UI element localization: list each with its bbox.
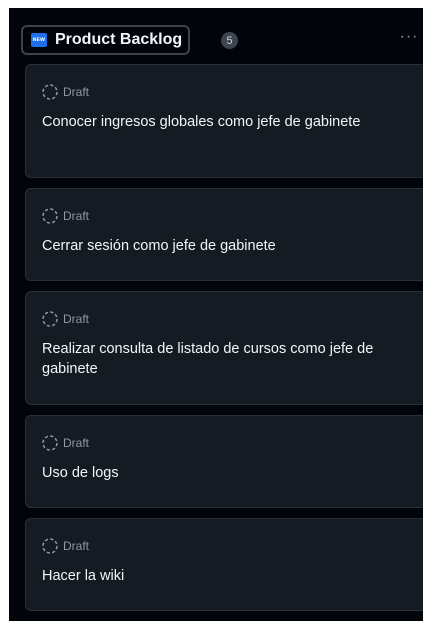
new-icon-text: NEW [32,37,46,43]
backlog-card[interactable]: Draft Hacer la wiki [25,518,423,611]
card-status: Draft [41,537,89,555]
card-title[interactable]: Conocer ingresos globales como jefe de g… [42,112,406,132]
backlog-card[interactable]: Draft Realizar consulta de listado de cu… [25,291,423,405]
card-status-label: Draft [63,312,90,326]
card-status-label: Draft [63,85,90,99]
card-status: Draft [41,83,89,101]
card-status-label: Draft [63,539,90,553]
card-title[interactable]: Cerrar sesión como jefe de gabinete [42,236,406,256]
project-board-column: NEW Product Backlog 5 ··· Draft Conocer … [9,8,423,621]
card-status: Draft [41,207,89,225]
draft-status-icon [42,84,58,100]
new-icon: NEW [31,33,47,47]
card-title[interactable]: Realizar consulta de listado de cursos c… [42,339,406,379]
card-title[interactable]: Uso de logs [42,463,406,483]
backlog-card[interactable]: Draft Uso de logs [25,415,423,508]
backlog-card[interactable]: Draft Conocer ingresos globales como jef… [25,64,423,178]
item-count-badge: 5 [221,32,238,49]
card-status: Draft [41,434,89,452]
backlog-card[interactable]: Draft Cerrar sesión como jefe de gabinet… [25,188,423,281]
draft-status-icon [42,311,58,327]
more-options-button[interactable]: ··· [397,29,421,50]
draft-status-icon [42,208,58,224]
card-status: Draft [41,310,89,328]
draft-status-icon [42,435,58,451]
draft-status-icon [42,538,58,554]
card-status-label: Draft [63,209,90,223]
card-title[interactable]: Hacer la wiki [42,566,406,586]
column-header: NEW Product Backlog 5 ··· [9,8,423,64]
column-title-box[interactable]: NEW Product Backlog [21,25,191,55]
card-status-label: Draft [63,436,90,450]
column-title: Product Backlog [55,31,183,48]
